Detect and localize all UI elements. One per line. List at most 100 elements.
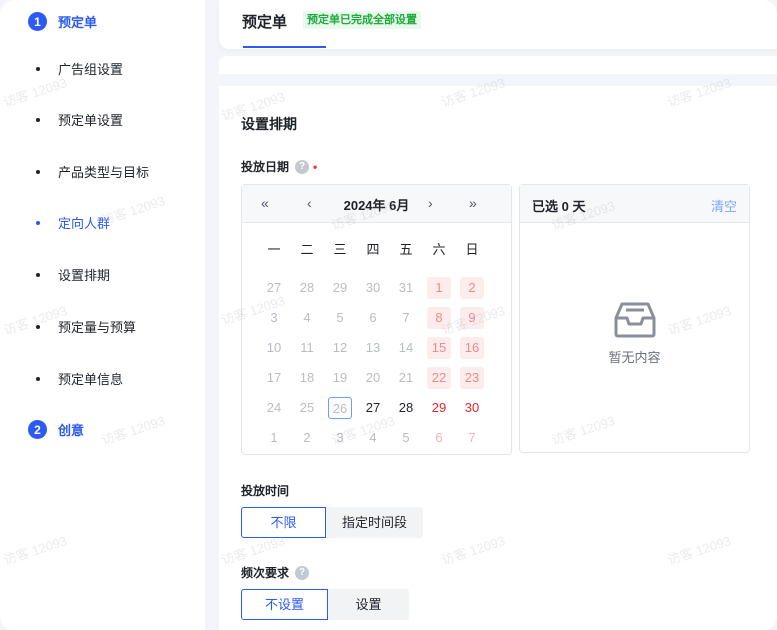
selected-count: 已选 0 天 — [532, 199, 586, 214]
sidebar-item-label: 预定量与预算 — [58, 320, 137, 335]
date-picker: « ‹ 2024年 6月 › » 一二三四五六日 27 28 29 30 31 1 2 3 4 5 6… — [241, 184, 512, 455]
calendar-day[interactable]: 7 — [460, 427, 484, 449]
calendar-day[interactable]: 13 — [361, 337, 385, 359]
step-number: 2 — [28, 420, 47, 439]
step-number: 1 — [28, 12, 47, 31]
calendar-day[interactable]: 20 — [361, 367, 385, 389]
sidebar: 1 预定单 广告组设置 预定单设置 产品类型与目标 定向人群 设置排期 预定量与… — [0, 0, 205, 630]
calendar-day[interactable]: 7 — [394, 307, 418, 329]
help-icon[interactable]: ? — [295, 565, 310, 580]
calendar-day[interactable]: 28 — [394, 397, 418, 419]
calendar-day[interactable]: 4 — [361, 427, 385, 449]
step-creative[interactable]: 2 创意 — [28, 420, 84, 439]
calendar-day[interactable]: 16 — [460, 337, 484, 359]
calendar-day[interactable]: 6 — [427, 427, 451, 449]
calendar-day[interactable]: 29 — [328, 277, 352, 299]
frequency-segmented-control: 不设置 设置 — [241, 589, 409, 620]
calendar-day[interactable]: 2 — [295, 427, 319, 449]
calendar-header: « ‹ 2024年 6月 › » — [242, 185, 511, 223]
calendar-day[interactable]: 26 — [328, 397, 352, 419]
calendar-day[interactable]: 10 — [262, 337, 286, 359]
bullet-icon — [36, 220, 40, 225]
sidebar-item-label: 预定单信息 — [58, 372, 124, 387]
bullet-icon — [36, 169, 40, 174]
divider-strip — [219, 56, 777, 74]
step-label: 预定单 — [58, 15, 98, 30]
calendar-day[interactable]: 19 — [328, 367, 352, 389]
app-frame: 1 预定单 广告组设置 预定单设置 产品类型与目标 定向人群 设置排期 预定量与… — [0, 0, 777, 630]
calendar-day[interactable]: 9 — [460, 307, 484, 329]
calendar-day[interactable]: 22 — [427, 367, 451, 389]
calendar-day[interactable]: 3 — [262, 307, 286, 329]
calendar-day[interactable]: 27 — [361, 397, 385, 419]
calendar-day[interactable]: 30 — [361, 277, 385, 299]
calendar-day[interactable]: 23 — [460, 367, 484, 389]
calendar-day[interactable]: 14 — [394, 337, 418, 359]
weekday-label: 日 — [465, 242, 479, 257]
sidebar-item-budget[interactable]: 预定量与预算 — [36, 317, 136, 336]
sidebar-item-schedule[interactable]: 设置排期 — [36, 265, 110, 284]
sidebar-item-targeting[interactable]: 定向人群 — [36, 213, 110, 232]
sidebar-item-label: 预定单设置 — [58, 113, 124, 128]
sidebar-item-product-type[interactable]: 产品类型与目标 — [36, 162, 149, 181]
step-order[interactable]: 1 预定单 — [28, 12, 97, 31]
calendar-day[interactable]: 2 — [460, 277, 484, 299]
time-field-label: 投放时间 — [241, 482, 289, 499]
section-title: 设置排期 — [241, 116, 297, 132]
calendar-day[interactable]: 4 — [295, 307, 319, 329]
calendar-day[interactable]: 6 — [361, 307, 385, 329]
help-icon[interactable]: ? — [295, 159, 310, 174]
calendar-day[interactable]: 11 — [295, 337, 319, 359]
calendar-day[interactable]: 17 — [262, 367, 286, 389]
calendar-day[interactable]: 25 — [295, 397, 319, 419]
bullet-icon — [36, 376, 40, 381]
next-month-icon[interactable]: › — [428, 195, 433, 211]
selected-dates-panel: 已选 0 天 清空 暂无内容 — [519, 184, 750, 453]
time-option-period[interactable]: 指定时间段 — [326, 507, 423, 538]
weekday-label: 四 — [366, 242, 380, 257]
status-badge: 预定单已完成全部设置 — [303, 11, 421, 29]
calendar-day[interactable]: 15 — [427, 337, 451, 359]
sidebar-item-order-settings[interactable]: 预定单设置 — [36, 110, 123, 129]
calendar-day[interactable]: 28 — [295, 277, 319, 299]
header-card: 预定单 预定单已完成全部设置 — [219, 0, 777, 49]
calendar-day[interactable]: 27 — [262, 277, 286, 299]
calendar-day[interactable]: 8 — [427, 307, 451, 329]
empty-state: 暂无内容 — [520, 300, 749, 366]
selected-header: 已选 0 天 清空 — [520, 185, 749, 223]
bullet-icon — [36, 66, 40, 71]
calendar-day[interactable]: 30 — [460, 397, 484, 419]
calendar-day[interactable]: 5 — [328, 307, 352, 329]
frequency-option-set[interactable]: 设置 — [328, 589, 409, 620]
date-label-text: 投放日期 — [241, 160, 290, 174]
calendar-day[interactable]: 12 — [328, 337, 352, 359]
calendar-day[interactable]: 24 — [262, 397, 286, 419]
calendar-day[interactable]: 21 — [394, 367, 418, 389]
weekday-label: 六 — [432, 242, 446, 257]
calendar-day[interactable]: 1 — [427, 277, 451, 299]
sidebar-item-order-info[interactable]: 预定单信息 — [36, 369, 123, 388]
step-label: 创意 — [58, 423, 85, 438]
clear-button[interactable]: 清空 — [711, 196, 737, 215]
time-label-text: 投放时间 — [241, 484, 290, 498]
sidebar-item-label: 定向人群 — [58, 216, 111, 231]
empty-inbox-icon — [614, 302, 655, 338]
sidebar-item-ad-group[interactable]: 广告组设置 — [36, 59, 123, 78]
frequency-option-none[interactable]: 不设置 — [241, 589, 328, 620]
frequency-label-text: 频次要求 — [241, 566, 290, 580]
next-year-icon[interactable]: » — [469, 195, 477, 211]
calendar-day[interactable]: 3 — [328, 427, 352, 449]
bullet-icon — [36, 117, 40, 122]
empty-text: 暂无内容 — [608, 350, 661, 365]
calendar-day[interactable]: 31 — [394, 277, 418, 299]
bullet-icon — [36, 324, 40, 329]
calendar-day[interactable]: 1 — [262, 427, 286, 449]
time-option-unlimited[interactable]: 不限 — [241, 507, 326, 538]
calendar-day[interactable]: 5 — [394, 427, 418, 449]
calendar-day[interactable]: 29 — [427, 397, 451, 419]
active-tab-indicator — [243, 46, 326, 48]
sidebar-item-label: 设置排期 — [58, 268, 111, 283]
sidebar-item-label: 广告组设置 — [58, 62, 124, 77]
calendar-day[interactable]: 18 — [295, 367, 319, 389]
required-mark: • — [313, 159, 318, 174]
